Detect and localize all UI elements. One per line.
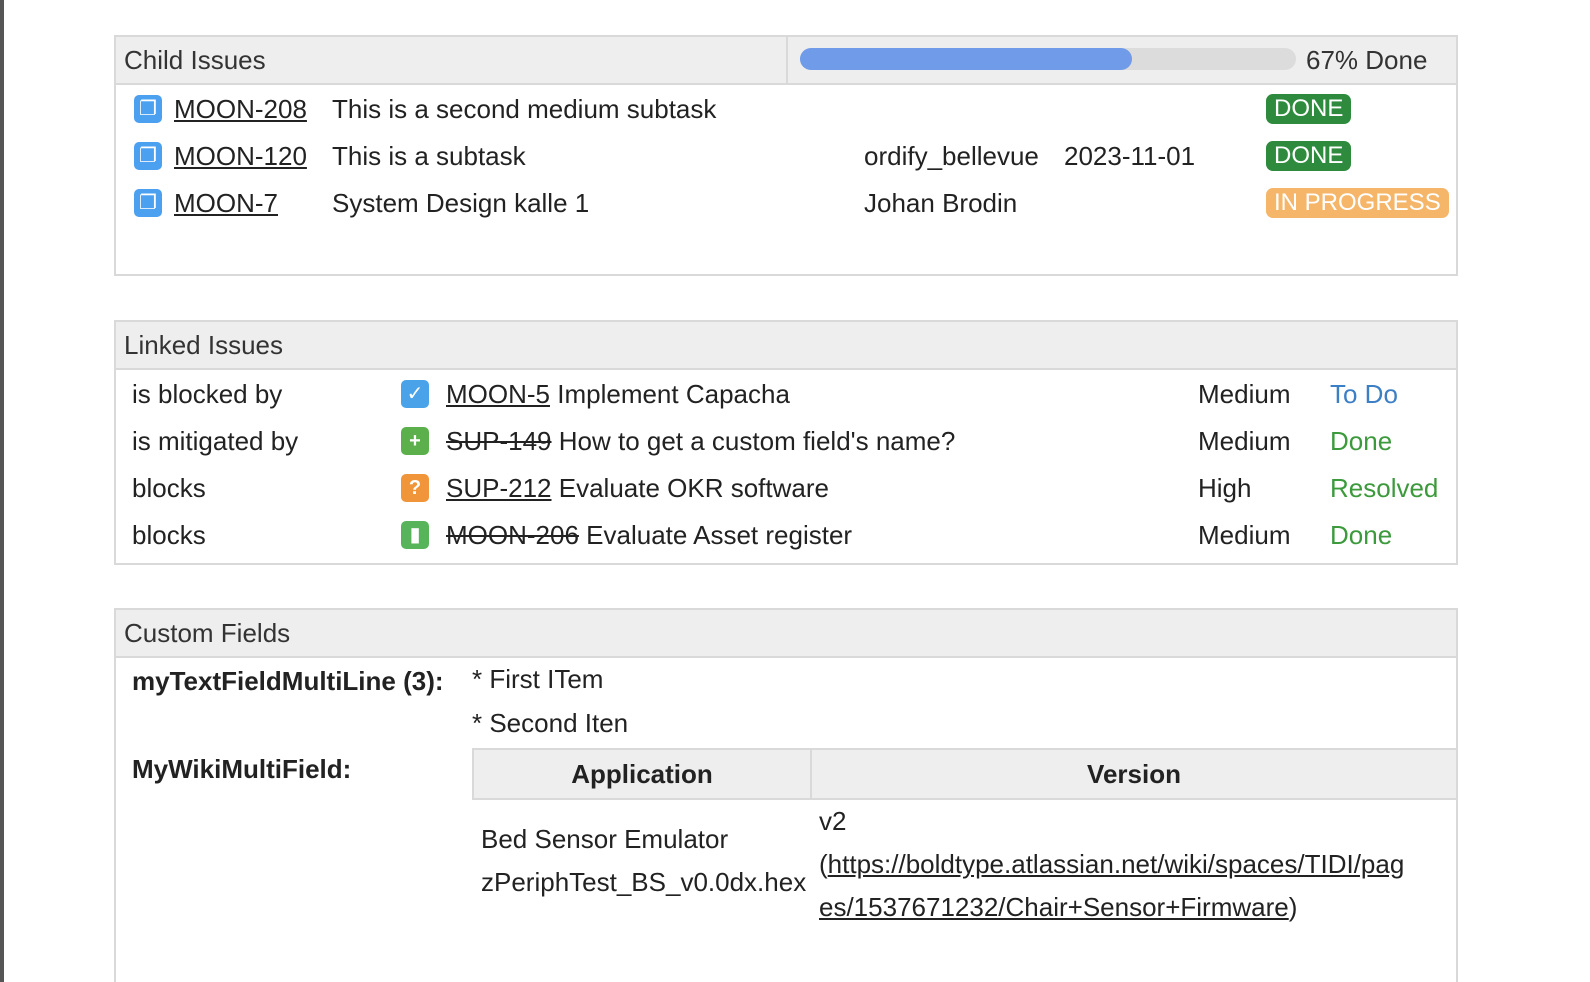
wiki-app-line: Bed Sensor Emulator (481, 824, 729, 854)
wiki-table-row: Bed Sensor Emulator zPeriphTest_BS_v0.0d… (473, 799, 1457, 929)
linked-issue-row[interactable]: blocks ▮ MOON-206 Evaluate Asset registe… (116, 515, 1456, 555)
wiki-version-cell: v2 (https://boldtype.atlassian.net/wiki/… (811, 799, 1457, 929)
linked-issue-title: MOON-5 Implement Capacha (446, 374, 790, 414)
subtask-icon: ❐ (134, 142, 162, 170)
bookmark-story-icon: ▮ (401, 521, 429, 549)
linked-issue-row[interactable]: blocks ? SUP-212 Evaluate OKR software H… (116, 468, 1456, 508)
wiki-app-line: zPeriphTest_BS_v0.0dx.hex (481, 867, 807, 897)
status-badge: IN PROGRESS (1266, 188, 1449, 218)
issue-summary: Evaluate OKR software (558, 473, 829, 503)
child-issue-row[interactable]: ❐ MOON-120 This is a subtask ordify_bell… (116, 136, 1456, 176)
issue-priority: Medium (1198, 520, 1291, 550)
link-relation: is mitigated by (132, 426, 299, 456)
custom-fields-panel: Custom Fields myTextFieldMultiLine (3): … (114, 608, 1458, 982)
linked-issue-row[interactable]: is mitigated by + SUP-149 How to get a c… (116, 421, 1456, 461)
issue-key-link[interactable]: MOON-7 (174, 183, 278, 223)
issue-key-link[interactable]: MOON-208 (174, 89, 307, 129)
issue-assignee: ordify_bellevue (864, 141, 1039, 171)
wiki-link-line: (https://boldtype.atlassian.net/wiki/spa… (819, 843, 1457, 886)
issue-summary: System Design kalle 1 (332, 188, 590, 218)
issue-priority: Medium (1198, 379, 1291, 409)
child-issues-header: Child Issues 67% Done (116, 37, 1456, 85)
progress-bar (800, 48, 1296, 70)
issue-key-link[interactable]: MOON-120 (174, 136, 307, 176)
status-badge: DONE (1266, 94, 1352, 124)
subtask-icon: ❐ (134, 95, 162, 123)
issue-summary: This is a subtask (332, 141, 526, 171)
linked-issue-title: SUP-212 Evaluate OKR software (446, 468, 829, 508)
linked-issue-title: SUP-149 How to get a custom field's name… (446, 421, 955, 461)
issue-summary: Implement Capacha (557, 379, 790, 409)
multiline-field-line: * Second Iten (472, 708, 629, 738)
issue-status: Done (1330, 426, 1393, 456)
issue-priority: High (1198, 473, 1252, 503)
issue-status: Done (1330, 520, 1393, 550)
wiki-table: Application Version Bed Sensor Emulator … (472, 748, 1458, 929)
multiline-field-label: myTextFieldMultiLine (3): (132, 666, 444, 696)
child-issue-row[interactable]: ❐ MOON-7 System Design kalle 1 Johan Bro… (116, 183, 1456, 223)
subtask-icon: ❐ (134, 189, 162, 217)
issue-due-date: 2023-11-01 (1064, 141, 1196, 171)
linked-issues-panel: Linked Issues is blocked by ✓ MOON-5 Imp… (114, 320, 1458, 565)
link-relation: blocks (132, 520, 206, 550)
wiki-column-header: Application (472, 748, 812, 800)
wiki-field-label: MyWikiMultiField: (132, 754, 352, 784)
wiki-version-text: v2 (819, 806, 847, 836)
wiki-column-header: Version (810, 748, 1458, 800)
issue-status: To Do (1330, 379, 1398, 409)
linked-issue-title: MOON-206 Evaluate Asset register (446, 515, 852, 555)
window-left-edge (0, 0, 4, 982)
linked-issues-header: Linked Issues (116, 322, 1456, 370)
custom-fields-title: Custom Fields (124, 618, 291, 648)
issue-assignee: Johan Brodin (864, 188, 1018, 218)
wiki-link-line: es/1537671232/Chair+Sensor+Firmware) (819, 886, 1457, 929)
issue-summary: Evaluate Asset register (586, 520, 853, 550)
issue-key-link[interactable]: SUP-212 (446, 473, 552, 503)
custom-fields-header: Custom Fields (116, 610, 1456, 658)
checkbox-task-icon: ✓ (401, 380, 429, 408)
issue-key-link[interactable]: MOON-206 (446, 520, 579, 550)
issue-summary: How to get a custom field's name? (558, 426, 956, 456)
status-badge: DONE (1266, 141, 1352, 171)
plus-new-feature-icon: + (401, 427, 429, 455)
issue-priority: Medium (1198, 426, 1291, 456)
wiki-url-link[interactable]: es/1537671232/Chair+Sensor+Firmware (819, 892, 1289, 922)
wiki-url-link[interactable]: https://boldtype.atlassian.net/wiki/spac… (828, 849, 1405, 879)
link-close-paren: ) (1288, 892, 1298, 922)
child-issue-row[interactable]: ❐ MOON-208 This is a second medium subta… (116, 89, 1456, 129)
issue-key-link[interactable]: MOON-5 (446, 379, 550, 409)
linked-issues-title: Linked Issues (124, 330, 283, 360)
linked-issue-row[interactable]: is blocked by ✓ MOON-5 Implement Capacha… (116, 374, 1456, 414)
wiki-table-header-row: Application Version (472, 748, 1458, 800)
progress-label: 67% Done (1306, 45, 1428, 75)
child-issues-title: Child Issues (124, 45, 266, 75)
wiki-app-cell: Bed Sensor Emulator zPeriphTest_BS_v0.0d… (473, 799, 811, 929)
question-icon: ? (401, 474, 429, 502)
child-issues-panel: Child Issues 67% Done ❐ MOON-208 This is… (114, 35, 1458, 276)
link-relation: blocks (132, 473, 206, 503)
link-open-paren: ( (819, 849, 828, 879)
header-divider (786, 37, 788, 83)
link-relation: is blocked by (132, 379, 283, 409)
multiline-field-line: * First ITem (472, 664, 604, 694)
issue-key-link[interactable]: SUP-149 (446, 426, 552, 456)
progress-bar-fill (800, 48, 1133, 70)
issue-summary: This is a second medium subtask (332, 94, 717, 124)
issue-status: Resolved (1330, 473, 1439, 503)
